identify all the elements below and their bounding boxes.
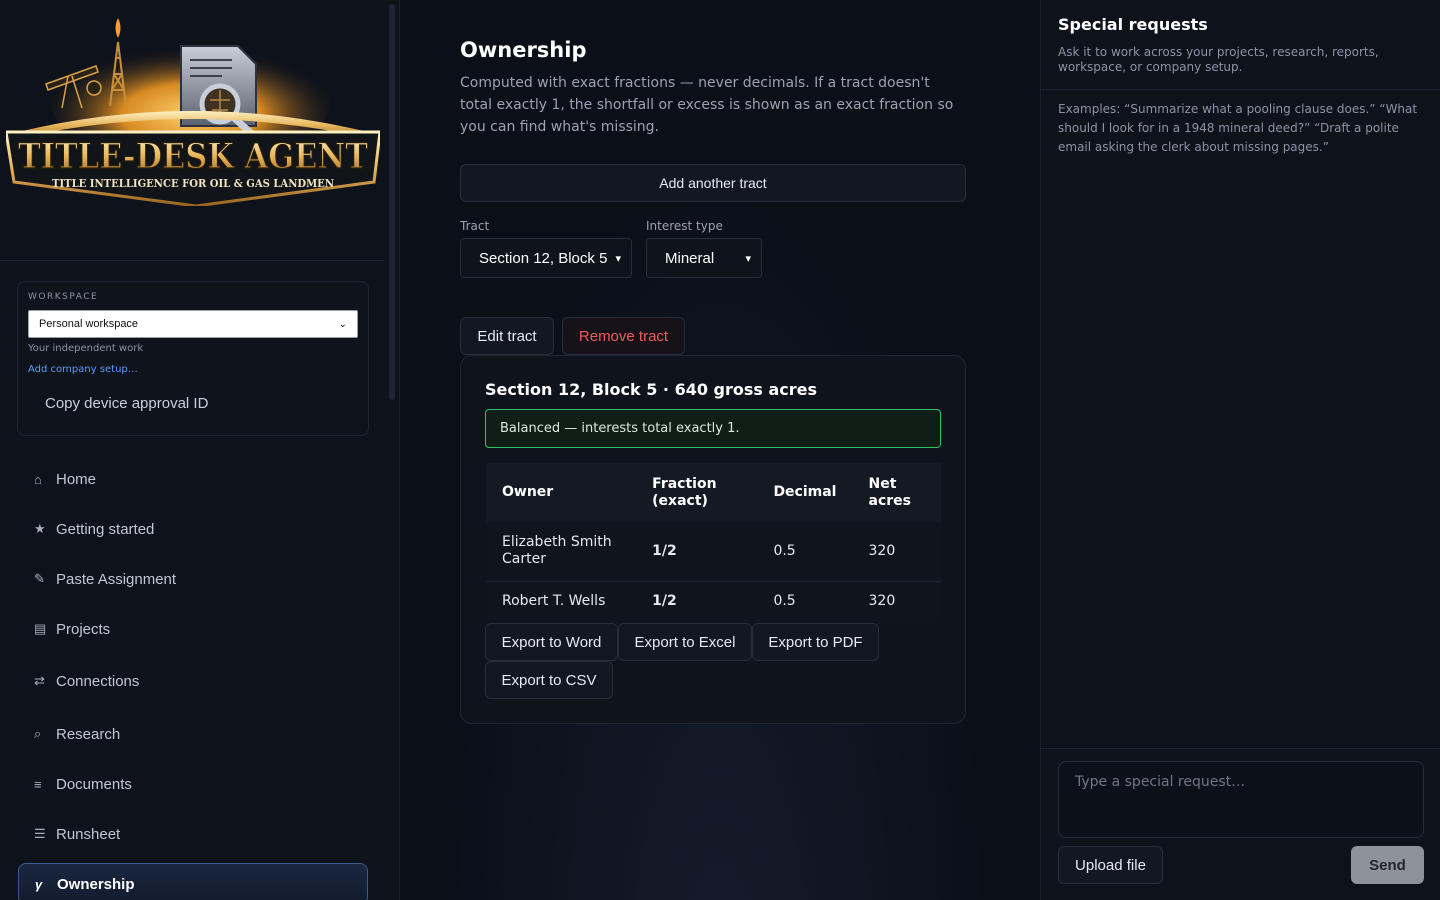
chevron-down-icon: ⌄	[338, 318, 347, 330]
search-icon: ⌕	[34, 726, 42, 741]
column-header-owner: Owner	[502, 484, 554, 500]
sidebar-item-connections[interactable]: ⇄ Connections	[18, 661, 368, 701]
sidebar-item-label: Getting started	[56, 520, 155, 538]
sidebar-item-label: Paste Assignment	[56, 570, 177, 588]
copy-device-approval-button[interactable]: Copy device approval ID	[45, 395, 208, 412]
table-header-row: Owner Fraction (exact) Decimal Net acres	[486, 463, 941, 522]
remove-tract-button[interactable]: Remove tract	[562, 317, 685, 355]
export-pdf-button[interactable]: Export to PDF	[752, 623, 879, 661]
panel-divider	[1041, 89, 1440, 90]
chevron-down-icon: ▾	[745, 252, 751, 265]
sidebar-item-label: Documents	[56, 775, 132, 793]
logo-title-text: TITLE-DESK AGENT	[18, 136, 368, 177]
workspace-select[interactable]: Personal workspace ⌄	[28, 310, 358, 338]
sidebar: TITLE-DESK AGENT TITLE INTELLIGENCE FOR …	[0, 0, 400, 900]
logo-tagline-text: TITLE INTELLIGENCE FOR OIL & GAS LANDMEN	[52, 177, 334, 190]
sidebar-divider	[0, 260, 384, 261]
net-acres-cell: 320	[868, 593, 896, 610]
chevron-down-icon: ▾	[615, 252, 621, 265]
add-tract-button[interactable]: Add another tract	[460, 164, 966, 202]
pencil-icon: ✎	[34, 571, 45, 586]
sidebar-item-projects[interactable]: ▤ Projects	[18, 609, 368, 649]
swap-icon: ⇄	[34, 673, 45, 688]
column-header-net-acres: Net acres	[868, 475, 911, 509]
interest-type-label: Interest type	[646, 219, 723, 233]
special-requests-panel: Special requests Ask it to work across y…	[1040, 0, 1440, 900]
gamma-icon: γ	[35, 876, 43, 892]
documents-icon: ≡	[34, 776, 42, 792]
tract-card: Section 12, Block 5 · 640 gross acres Ba…	[460, 355, 966, 724]
projects-icon: ▤	[34, 621, 47, 636]
edit-tract-button[interactable]: Edit tract	[460, 317, 554, 355]
sidebar-item-paste-assignment[interactable]: ✎ Paste Assignment	[18, 559, 368, 599]
sidebar-item-label: Home	[56, 470, 97, 488]
export-word-button[interactable]: Export to Word	[485, 623, 618, 661]
upload-file-button[interactable]: Upload file	[1058, 846, 1163, 884]
add-company-setup-link[interactable]: Add company setup…	[28, 364, 138, 375]
balance-status-banner: Balanced — interests total exactly 1.	[485, 409, 941, 448]
home-icon: ⌂	[34, 471, 42, 487]
sidebar-item-runsheet[interactable]: ☰ Runsheet	[18, 814, 368, 854]
fraction-cell: 1/2	[636, 522, 758, 582]
send-button[interactable]: Send	[1351, 846, 1424, 884]
table-row: Elizabeth Smith Carter 1/2 0.5 320	[486, 522, 941, 582]
main-content: Ownership Computed with exact fractions …	[400, 0, 1040, 900]
logo-graphic: TITLE-DESK AGENT TITLE INTELLIGENCE FOR …	[6, 18, 380, 206]
tract-card-title: Section 12, Block 5 · 640 gross acres	[485, 380, 818, 399]
sidebar-item-research[interactable]: ⌕ Research	[18, 714, 368, 754]
sidebar-item-label: Runsheet	[56, 825, 121, 843]
workspace-label: WORKSPACE	[28, 292, 99, 302]
tract-field-label: Tract	[460, 219, 490, 233]
sidebar-scrollbar[interactable]	[389, 4, 395, 400]
interest-type-value: Mineral	[665, 249, 715, 267]
column-header-fraction: Fraction (exact)	[652, 475, 717, 509]
export-excel-button[interactable]: Export to Excel	[618, 623, 752, 661]
decimal-cell: 0.5	[773, 593, 796, 610]
tract-select-value: Section 12, Block 5	[479, 249, 608, 267]
net-acres-cell: 320	[852, 522, 941, 582]
panel-divider	[1041, 748, 1440, 749]
page-description: Computed with exact fractions — never de…	[460, 75, 954, 135]
export-csv-button[interactable]: Export to CSV	[485, 661, 613, 699]
sidebar-item-label: Projects	[56, 620, 111, 638]
owner-cell: Robert T. Wells	[502, 593, 606, 610]
column-header-decimal: Decimal	[773, 484, 837, 500]
document-magnifier-icon	[180, 45, 257, 138]
table-row: Robert T. Wells 1/2 0.5 320	[486, 581, 941, 622]
special-requests-subtitle: Ask it to work across your projects, res…	[1058, 45, 1379, 74]
sidebar-item-documents[interactable]: ≡ Documents	[18, 764, 368, 804]
workspace-subtitle: Your independent work	[28, 343, 144, 354]
workspace-card: WORKSPACE Personal workspace ⌄ Your inde…	[17, 281, 369, 436]
workspace-select-value: Personal workspace	[39, 318, 139, 330]
list-icon: ☰	[34, 826, 46, 841]
special-requests-examples: Examples: “Summarize what a pooling clau…	[1058, 102, 1418, 154]
special-request-input[interactable]: Type a special request…	[1058, 761, 1424, 838]
decimal-cell: 0.5	[757, 522, 853, 582]
sidebar-item-label: Research	[56, 725, 121, 743]
sidebar-item-getting-started[interactable]: ★ Getting started	[18, 509, 368, 549]
sidebar-item-ownership[interactable]: γ Ownership	[18, 863, 368, 900]
interest-type-select[interactable]: Mineral ▾	[646, 238, 762, 278]
sidebar-item-home[interactable]: ⌂ Home	[18, 459, 368, 499]
tract-select[interactable]: Section 12, Block 5 ▾	[460, 238, 632, 278]
brand-logo: TITLE-DESK AGENT TITLE INTELLIGENCE FOR …	[6, 6, 380, 206]
sidebar-item-label: Connections	[56, 672, 140, 690]
ownership-table: Owner Fraction (exact) Decimal Net acres…	[486, 463, 941, 622]
page-title: Ownership	[460, 38, 587, 62]
flame-icon	[115, 18, 121, 38]
owner-cell: Elizabeth Smith Carter	[486, 522, 637, 582]
special-requests-title: Special requests	[1058, 15, 1208, 34]
fraction-cell: 1/2	[652, 593, 677, 610]
star-icon: ★	[34, 521, 46, 536]
sidebar-item-label: Ownership	[57, 875, 135, 893]
